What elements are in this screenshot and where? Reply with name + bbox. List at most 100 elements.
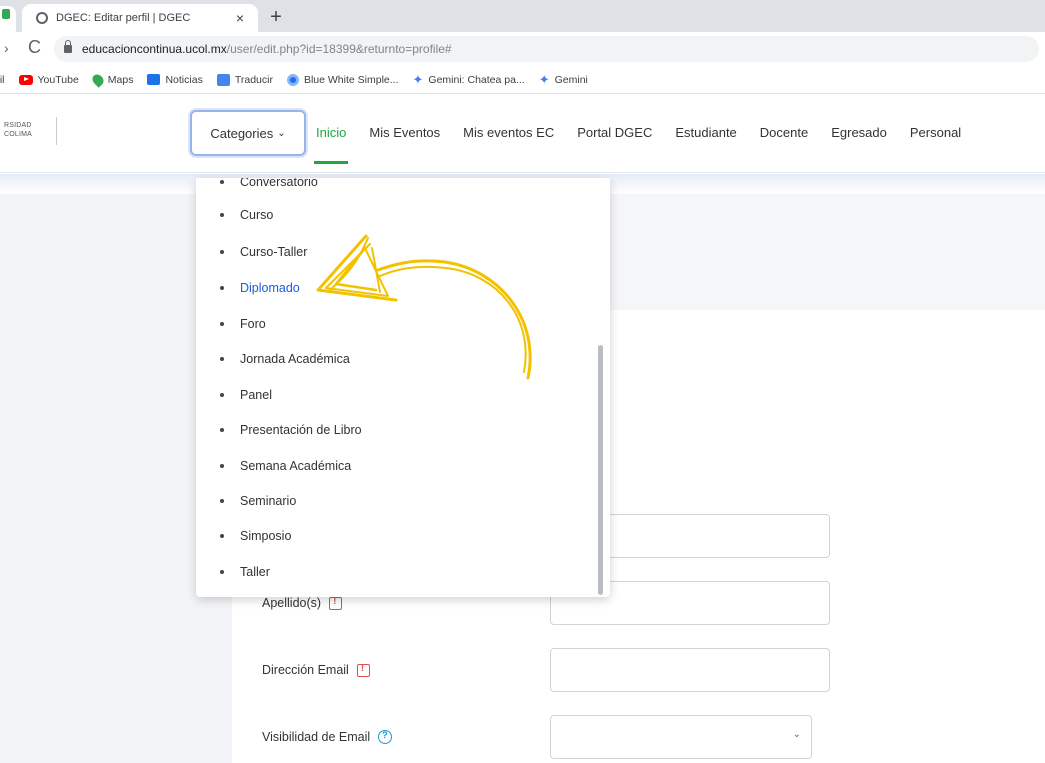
nav-estudiante[interactable]: Estudiante	[675, 125, 736, 140]
category-label: Conversatorio	[240, 178, 318, 189]
site-logo[interactable]: RSIDAD COLIMA	[4, 121, 32, 139]
email-row: Dirección Email	[262, 663, 370, 677]
bookmark-noticias[interactable]: Noticias	[147, 73, 203, 86]
bookmark-gemini-chat[interactable]: ✦ Gemini: Chatea pa...	[412, 71, 525, 87]
dropdown-scrollbar[interactable]	[598, 345, 603, 595]
category-label: Presentación de Libro	[240, 423, 362, 437]
category-label: Semana Académica	[240, 459, 352, 473]
chevron-down-icon: ⌄	[792, 729, 801, 740]
url-path: /user/edit.php?id=18399&returnto=profile…	[226, 42, 452, 56]
translate-icon	[216, 73, 230, 86]
bullet-icon	[220, 464, 224, 468]
address-bar[interactable]: educacioncontinua.ucol.mx /user/edit.php…	[54, 36, 1039, 62]
category-seminario[interactable]: Seminario	[220, 494, 296, 508]
category-label: Seminario	[240, 494, 297, 508]
email-label: Dirección Email	[262, 663, 349, 677]
maps-icon	[90, 71, 106, 88]
categories-dropdown-button[interactable]: Categories ⌄	[190, 110, 306, 156]
gemini-icon: ✦	[538, 71, 550, 87]
logo-divider	[56, 117, 57, 145]
category-presentacion-libro[interactable]: Presentación de Libro	[220, 423, 362, 437]
bookmark-blue-white[interactable]: Blue White Simple...	[286, 73, 399, 86]
category-curso-taller[interactable]: Curso-Taller	[220, 245, 307, 259]
category-label: Curso	[240, 208, 274, 222]
lock-icon[interactable]	[64, 40, 72, 53]
blue-white-icon	[286, 73, 299, 86]
bullet-icon	[220, 357, 224, 361]
category-semana-academica[interactable]: Semana Académica	[220, 459, 351, 473]
category-foro[interactable]: Foro	[220, 317, 266, 331]
category-label: Foro	[240, 317, 266, 331]
active-tab[interactable]: DGEC: Editar perfil | DGEC ×	[22, 4, 258, 32]
category-panel[interactable]: Panel	[220, 388, 272, 402]
required-icon	[356, 663, 370, 677]
bookmark-traducir[interactable]: Traducir	[216, 73, 273, 86]
email-visibility-select[interactable]: ⌄	[550, 715, 812, 759]
required-icon	[329, 596, 343, 610]
site-header: RSIDAD COLIMA Categories ⌄ Inicio Mis Ev…	[0, 95, 1045, 173]
bookmark-youtube[interactable]: YouTube	[18, 73, 79, 86]
reload-icon[interactable]: C	[28, 37, 41, 58]
bullet-icon	[220, 286, 224, 290]
bullet-icon	[220, 428, 224, 432]
chevron-down-icon: ⌄	[277, 127, 286, 139]
new-tab-button[interactable]: +	[264, 4, 288, 30]
email-visibility-label: Visibilidad de Email	[262, 730, 371, 744]
category-label: Jornada Académica	[240, 352, 350, 366]
nav-portal-dgec[interactable]: Portal DGEC	[577, 125, 652, 140]
help-icon[interactable]	[378, 730, 393, 744]
bullet-icon	[220, 534, 224, 538]
bullet-icon	[220, 499, 224, 503]
bookmark-maps[interactable]: Maps	[90, 71, 134, 88]
category-jornada-academica[interactable]: Jornada Académica	[220, 352, 350, 366]
bookmark-label: ail	[0, 73, 5, 86]
close-tab-icon[interactable]: ×	[232, 10, 248, 26]
category-label: Curso-Taller	[240, 245, 308, 259]
apellidos-row: Apellido(s)	[262, 596, 343, 610]
category-taller[interactable]: Taller	[220, 565, 270, 579]
tab-title: DGEC: Editar perfil | DGEC	[56, 12, 191, 24]
categories-label: Categories	[210, 125, 274, 141]
main-nav: Inicio Mis Eventos Mis eventos EC Portal…	[313, 125, 984, 164]
nav-personal[interactable]: Personal	[910, 125, 961, 140]
tab-favicon-icon	[2, 9, 10, 19]
bullet-icon	[220, 393, 224, 397]
news-icon	[147, 74, 161, 85]
previous-tab[interactable]	[0, 6, 16, 32]
bullet-icon	[220, 570, 224, 574]
nav-docente[interactable]: Docente	[760, 125, 808, 140]
email-input[interactable]	[550, 648, 830, 692]
category-curso[interactable]: Curso	[220, 208, 273, 222]
nav-mis-eventos-ec[interactable]: Mis eventos EC	[463, 125, 554, 140]
logo-line: COLIMA	[4, 131, 33, 138]
forward-icon[interactable]: ›	[4, 40, 9, 56]
bookmark-label: Gemini: Chatea pa...	[428, 73, 525, 86]
category-diplomado[interactable]: Diplomado	[220, 281, 300, 295]
category-simposio[interactable]: Simposio	[220, 529, 291, 543]
bookmark-label: Blue White Simple...	[303, 73, 399, 86]
category-conversatorio[interactable]: Conversatorio	[220, 178, 318, 189]
nav-egresado[interactable]: Egresado	[831, 125, 887, 140]
bullet-icon	[220, 180, 224, 184]
bookmark-label: YouTube	[37, 73, 79, 86]
bullet-icon	[220, 322, 224, 326]
gemini-icon: ✦	[412, 71, 424, 87]
logo-line: RSIDAD	[4, 122, 32, 129]
category-label: Simposio	[240, 529, 292, 543]
bookmark-label: Noticias	[165, 73, 203, 86]
bookmark-gemini[interactable]: ✦ Gemini	[538, 71, 588, 87]
bookmark-label: Traducir	[234, 73, 273, 86]
nav-mis-eventos[interactable]: Mis Eventos	[369, 125, 440, 140]
nav-inicio[interactable]: Inicio	[313, 125, 349, 164]
youtube-icon	[18, 74, 33, 85]
category-label: Taller	[240, 565, 270, 579]
url-domain: educacioncontinua.ucol.mx	[82, 42, 227, 56]
categories-dropdown-menu: Conversatorio Curso Curso-Taller Diploma…	[196, 178, 610, 597]
bookmark-label: Maps	[107, 73, 134, 86]
bookmark-mail[interactable]: ail	[0, 74, 5, 86]
globe-icon	[36, 12, 48, 24]
apellidos-label: Apellido(s)	[262, 596, 322, 610]
category-label: Diplomado	[240, 281, 300, 295]
bullet-icon	[220, 250, 224, 254]
browser-tab-strip: DGEC: Editar perfil | DGEC × +	[0, 0, 1045, 32]
